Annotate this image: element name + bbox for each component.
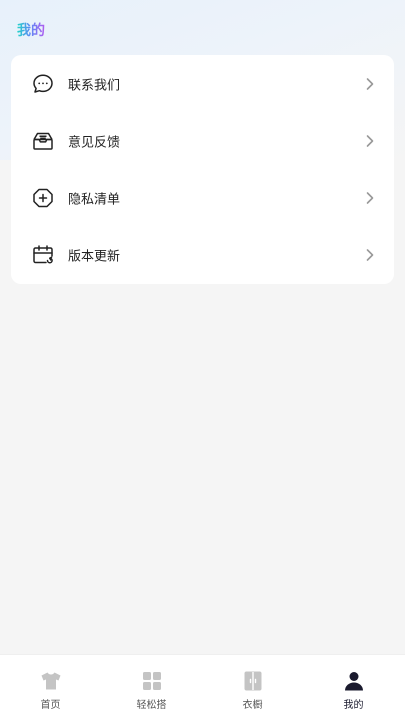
menu-item-version-update[interactable]: 版本更新 [11, 226, 394, 283]
tab-home[interactable]: 首页 [0, 655, 101, 720]
wardrobe-icon [241, 669, 265, 693]
tab-mine[interactable]: 我的 [303, 655, 404, 720]
menu-item-label: 隐私清单 [68, 192, 121, 207]
tab-label: 我的 [343, 700, 364, 711]
person-icon [342, 669, 366, 693]
chevron-right-icon [363, 248, 377, 262]
calendar-refresh-icon [31, 243, 55, 267]
grid-icon [140, 669, 164, 693]
tab-label: 首页 [40, 700, 61, 711]
chat-bubble-icon [31, 72, 55, 96]
menu-item-label: 意见反馈 [68, 135, 121, 150]
menu-item-contact-us[interactable]: 联系我们 [11, 55, 394, 112]
mail-tray-icon [31, 129, 55, 153]
menu-card: 联系我们 意见反馈 隐私清单 版本更新 [11, 55, 394, 284]
chevron-right-icon [363, 191, 377, 205]
chevron-right-icon [363, 77, 377, 91]
tab-wardrobe[interactable]: 衣橱 [202, 655, 303, 720]
shield-plus-icon [31, 186, 55, 210]
tshirt-icon [39, 669, 63, 693]
menu-item-feedback[interactable]: 意见反馈 [11, 112, 394, 169]
chevron-right-icon [363, 134, 377, 148]
bottom-tab-bar: 首页 轻松搭 衣橱 我的 [0, 654, 405, 720]
menu-item-label: 联系我们 [68, 78, 121, 93]
page-title: 我的 [17, 20, 45, 40]
tab-easy-outfit[interactable]: 轻松搭 [101, 655, 202, 720]
tab-label: 衣橱 [242, 700, 263, 711]
tab-label: 轻松搭 [136, 700, 167, 711]
menu-item-label: 版本更新 [68, 249, 121, 264]
menu-item-privacy-list[interactable]: 隐私清单 [11, 169, 394, 226]
